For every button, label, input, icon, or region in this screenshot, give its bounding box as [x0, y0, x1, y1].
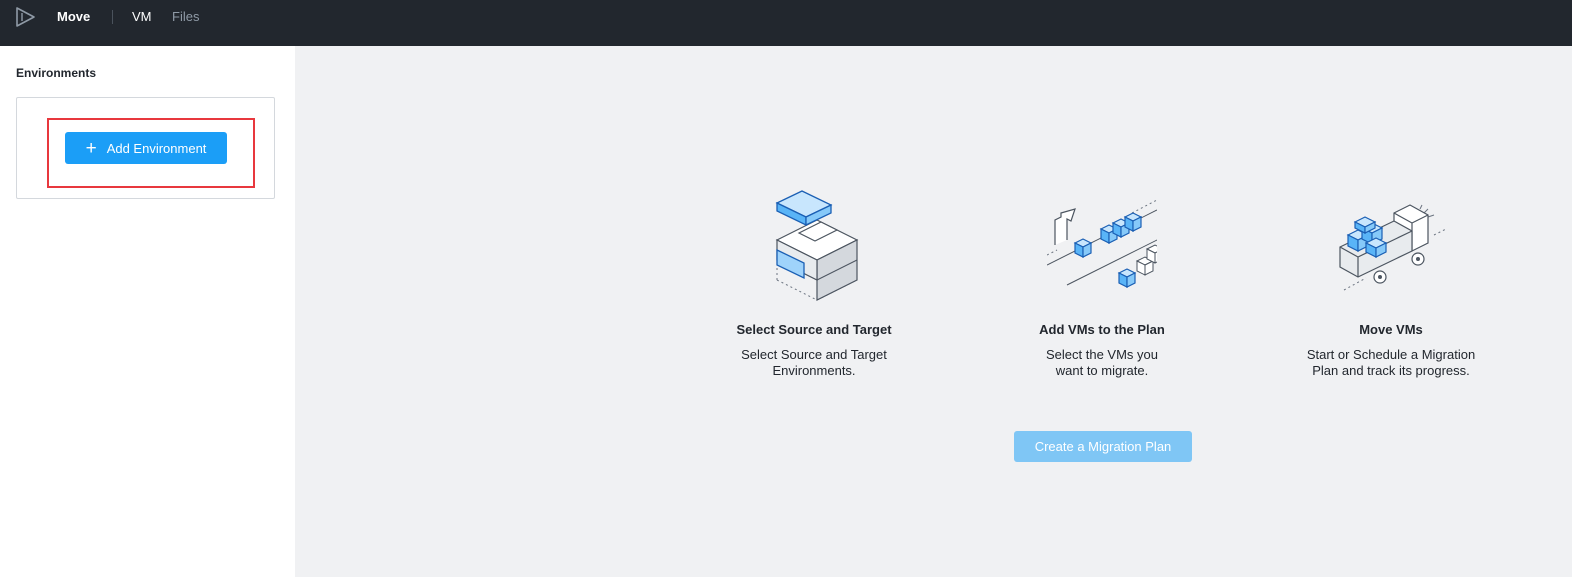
step-description-line: Start or Schedule a Migration: [1306, 347, 1476, 362]
step-description-line: Select Source and Target: [741, 347, 887, 362]
step-description: Select the VMs you want to migrate.: [992, 347, 1212, 379]
environments-sidebar: Environments + Add Environment: [0, 46, 295, 577]
add-environment-button[interactable]: + Add Environment: [65, 132, 227, 164]
step-select-source-target: Select Source and Target Select Source a…: [704, 185, 924, 379]
step-move-vms: Move VMs Start or Schedule a Migration P…: [1281, 185, 1501, 379]
step-description-line: Plan and track its progress.: [1312, 363, 1470, 378]
step-description-line: want to migrate.: [1055, 363, 1149, 378]
nav-vm-tab[interactable]: VM: [132, 9, 152, 24]
nav-files-tab[interactable]: Files: [172, 9, 199, 24]
step-description-line: Select the VMs you: [1046, 347, 1158, 362]
add-vms-conveyor-icon: [1046, 199, 1168, 288]
add-environment-label: Add Environment: [106, 140, 207, 156]
step-description: Start or Schedule a Migration Plan and t…: [1281, 347, 1501, 379]
app-name: Move: [57, 9, 91, 24]
move-vms-truck-icon: [1339, 204, 1449, 291]
play-logo-icon[interactable]: [14, 6, 38, 28]
source-target-blocks-icon: [775, 190, 859, 301]
step-description: Select Source and Target Environments.: [704, 347, 924, 379]
step-title: Add VMs to the Plan: [1039, 322, 1165, 337]
top-navigation-bar: Move VM Files: [0, 0, 1572, 46]
environment-card: + Add Environment: [16, 97, 275, 199]
create-migration-plan-button[interactable]: Create a Migration Plan: [1014, 431, 1192, 462]
step-title: Select Source and Target: [736, 322, 892, 337]
step-add-vms: Add VMs to the Plan Select the VMs you w…: [992, 185, 1212, 379]
plus-icon: +: [85, 137, 97, 159]
sidebar-title: Environments: [16, 66, 97, 80]
step-description-line: Environments.: [772, 363, 856, 378]
nav-divider: [112, 10, 113, 24]
step-title: Move VMs: [1359, 322, 1423, 337]
